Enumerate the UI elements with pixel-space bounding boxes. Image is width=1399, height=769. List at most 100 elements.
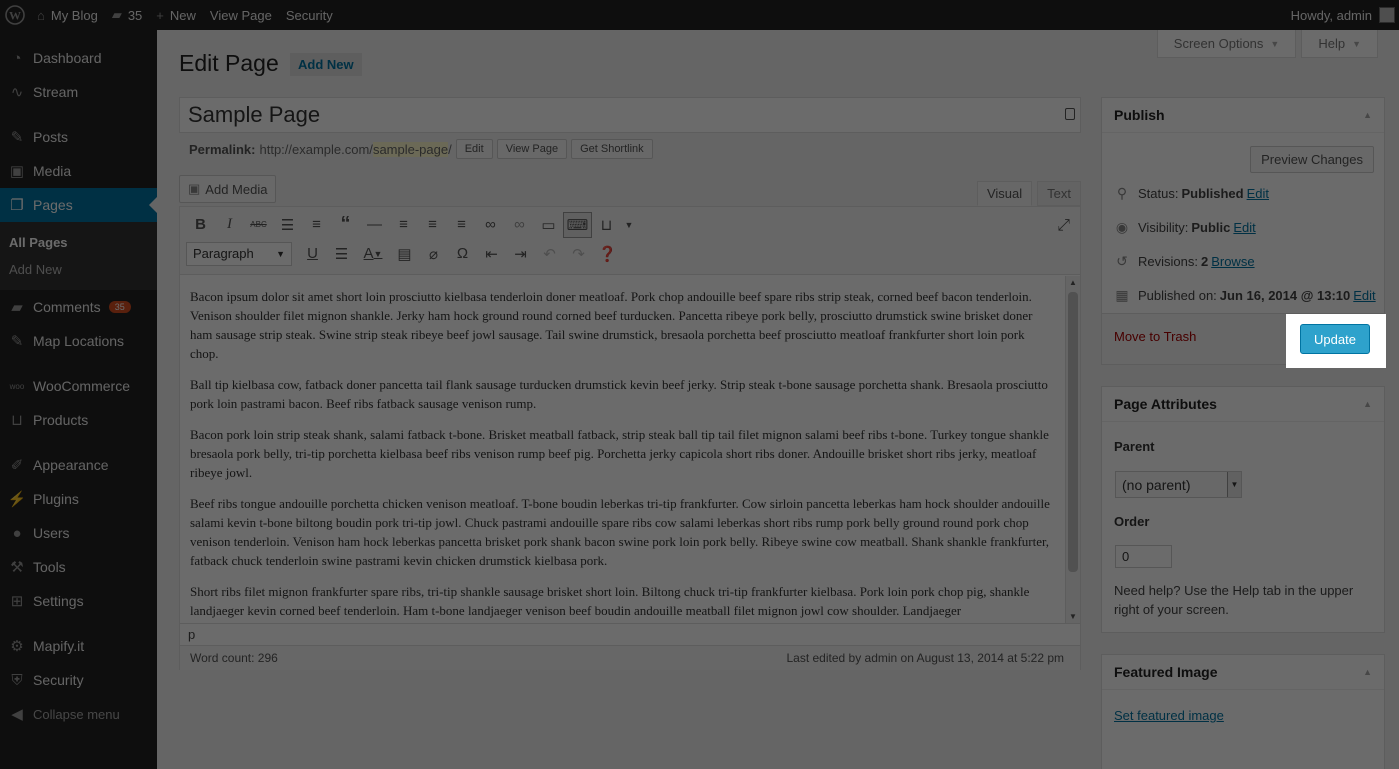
content-paragraph: Bacon pork loin strip steak shank, salam… — [190, 427, 1049, 480]
scroll-thumb[interactable] — [1068, 292, 1078, 572]
undo-icon[interactable]: ↶ — [535, 241, 564, 267]
scroll-up-icon[interactable]: ▲ — [1069, 278, 1077, 287]
sidebar-item-stream[interactable]: ∿ Stream — [0, 75, 157, 109]
screen-options-button[interactable]: Screen Options ▼ — [1156, 30, 1297, 58]
tab-visual[interactable]: Visual — [976, 181, 1033, 206]
comments-count: 35 — [127, 7, 143, 23]
sidebar-item-mapify[interactable]: ⚙ Mapify.it — [0, 629, 157, 663]
numbered-list-icon[interactable]: ≡ — [302, 212, 331, 238]
add-new-button[interactable]: Add New — [290, 53, 362, 76]
title-input[interactable] — [180, 98, 1080, 132]
align-left-icon[interactable]: ≡ — [389, 212, 418, 238]
sidebar-item-dashboard[interactable]: ◔ Dashboard — [0, 41, 157, 75]
submenu-all-pages[interactable]: All Pages — [0, 229, 157, 256]
sidebar-item-posts[interactable]: ✎ Posts — [0, 120, 157, 154]
link-icon[interactable]: ∞ — [476, 212, 505, 238]
scroll-down-icon[interactable]: ▼ — [1069, 612, 1077, 621]
woocommerce-icon: woo — [9, 381, 25, 391]
edit-permalink-button[interactable]: Edit — [455, 139, 493, 159]
horizontal-rule-icon[interactable]: — — [360, 212, 389, 238]
redo-icon[interactable]: ↷ — [564, 241, 593, 267]
sidebar-label: Products — [33, 412, 89, 428]
read-more-icon[interactable]: ▭ — [534, 212, 563, 238]
sidebar-item-media[interactable]: ▣ Media — [0, 154, 157, 188]
view-page-button[interactable]: View Page — [496, 139, 568, 159]
unlink-icon[interactable]: ∞ — [505, 212, 534, 238]
sidebar-item-users[interactable]: ● Users — [0, 516, 157, 550]
collapse-toggle-icon[interactable]: ▲ — [1363, 110, 1372, 120]
tab-text[interactable]: Text — [1037, 181, 1081, 206]
indent-icon[interactable]: ⇥ — [506, 241, 535, 267]
add-media-button[interactable]: ▣ Add Media — [179, 175, 277, 203]
collapse-menu-button[interactable]: ◀ Collapse menu — [0, 697, 157, 731]
sidebar-item-plugins[interactable]: ⚡ Plugins — [0, 482, 157, 516]
howdy-text: Howdy, admin — [1290, 7, 1372, 23]
history-icon: ↺ — [1116, 253, 1128, 269]
sidebar-item-security[interactable]: ⛨ Security — [0, 663, 157, 697]
browse-revisions-link[interactable]: Browse — [1211, 254, 1254, 269]
featured-title: Featured Image — [1114, 664, 1218, 680]
sidebar-item-appearance[interactable]: ✐ Appearance — [0, 448, 157, 482]
media-icon: ▣ — [9, 163, 25, 180]
italic-icon[interactable]: I — [215, 212, 244, 238]
comments-link[interactable]: ▰ 35 — [105, 0, 149, 30]
wordpress-logo-icon[interactable]: W — [0, 0, 30, 30]
sidebar-item-map-locations[interactable]: ✎ Map Locations — [0, 324, 157, 358]
edit-date-link[interactable]: Edit — [1353, 288, 1375, 303]
pages-icon: ❐ — [10, 197, 24, 214]
sidebar-item-pages[interactable]: ❐ Pages — [0, 188, 157, 222]
help-icon[interactable]: ❓ — [593, 241, 622, 267]
set-featured-image-link[interactable]: Set featured image — [1114, 708, 1224, 723]
editor-tabs: Visual Text — [972, 181, 1081, 206]
format-select[interactable]: Paragraph ▼ — [186, 241, 292, 266]
sidebar-item-woocommerce[interactable]: woo WooCommerce — [0, 369, 157, 403]
sidebar-item-settings[interactable]: ⊞ Settings — [0, 584, 157, 618]
outdent-icon[interactable]: ⇤ — [477, 241, 506, 267]
edit-status-link[interactable]: Edit — [1247, 186, 1269, 201]
site-name-link[interactable]: ⌂ My Blog — [30, 0, 105, 30]
permalink-slug[interactable]: sample-page — [372, 141, 449, 157]
editor-content[interactable]: Bacon ipsum dolor sit amet short loin pr… — [180, 275, 1080, 623]
align-right-icon[interactable]: ≡ — [447, 212, 476, 238]
get-shortlink-button[interactable]: Get Shortlink — [571, 139, 653, 159]
status-row: ⚲ Status: Published Edit — [1114, 185, 1269, 202]
special-char-icon[interactable]: Ω — [448, 241, 477, 267]
sidebar-item-tools[interactable]: ⚒ Tools — [0, 550, 157, 584]
editor-scrollbar[interactable]: ▲ ▼ — [1065, 276, 1080, 623]
clear-format-icon[interactable]: ⌀ — [419, 241, 448, 267]
sidebar-item-comments[interactable]: ▰ Comments 35 — [0, 290, 157, 324]
bullet-list-icon[interactable]: ☰ — [273, 212, 302, 238]
move-to-trash-link[interactable]: Move to Trash — [1114, 329, 1196, 344]
sidebar-item-products[interactable]: ⊔ Products — [0, 403, 157, 437]
underline-icon[interactable]: U — [298, 241, 327, 267]
submenu-add-new[interactable]: Add New — [0, 256, 157, 283]
new-content-link[interactable]: + New — [149, 0, 203, 30]
blockquote-icon[interactable]: “ — [331, 212, 360, 238]
help-button[interactable]: Help ▼ — [1301, 30, 1378, 58]
my-account-link[interactable]: Howdy, admin — [1284, 0, 1399, 30]
cart-icon[interactable]: ⊔ — [592, 212, 621, 238]
comments-badge: 35 — [108, 301, 131, 313]
bold-icon[interactable]: B — [186, 212, 215, 238]
security-link[interactable]: Security — [279, 0, 340, 30]
fullscreen-icon[interactable]: ⤢ — [1057, 217, 1070, 235]
justify-icon[interactable]: ☰ — [327, 241, 356, 267]
align-center-icon[interactable]: ≡ — [418, 212, 447, 238]
settings-icon: ⊞ — [10, 593, 24, 610]
paste-text-icon[interactable]: ▤ — [390, 241, 419, 267]
element-path: p — [180, 623, 1080, 645]
preview-changes-button[interactable]: Preview Changes — [1250, 146, 1374, 173]
parent-select[interactable]: (no parent) ▼ — [1115, 471, 1242, 498]
edit-visibility-link[interactable]: Edit — [1233, 220, 1255, 235]
view-page-link[interactable]: View Page — [203, 0, 279, 30]
update-button[interactable]: Update — [1300, 324, 1370, 354]
collapse-toggle-icon[interactable]: ▲ — [1363, 399, 1372, 409]
order-input[interactable] — [1115, 545, 1172, 568]
toolbar-toggle-icon[interactable]: ⌨ — [563, 211, 592, 238]
chevron-down-icon[interactable]: ▼ — [621, 212, 637, 238]
text-color-icon[interactable]: A ▼ — [356, 241, 390, 267]
strikethrough-icon[interactable]: ABC — [244, 212, 273, 238]
collapse-toggle-icon[interactable]: ▲ — [1363, 667, 1372, 677]
dashboard-icon: ◔ — [12, 49, 22, 67]
sidebar-label: WooCommerce — [33, 378, 130, 394]
